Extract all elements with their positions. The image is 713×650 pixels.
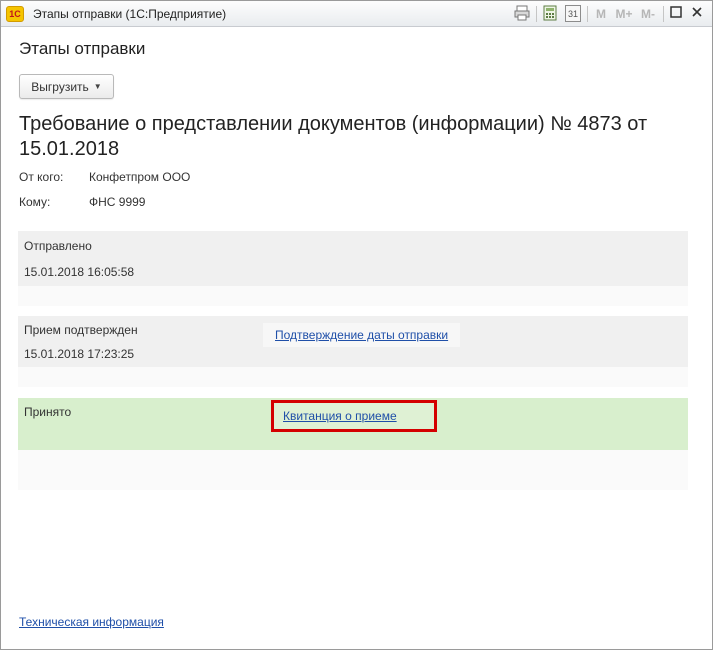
stage-accepted: Принято Квитанция о приеме <box>18 398 688 450</box>
stage-name: Принято <box>24 405 72 419</box>
calculator-icon[interactable] <box>542 5 558 23</box>
close-icon[interactable] <box>690 5 704 23</box>
stage-spacer <box>18 367 688 387</box>
acceptance-receipt-link[interactable]: Квитанция о приеме <box>283 409 397 423</box>
stage-date: 15.01.2018 17:23:25 <box>24 347 135 361</box>
title-bar: 1С Этапы отправки (1С:Предприятие) 31 M … <box>1 1 712 27</box>
toolbar-separator <box>663 6 664 22</box>
tech-info-link[interactable]: Техническая информация <box>19 615 164 629</box>
stage-spacer <box>18 450 688 490</box>
stage-name: Прием подтвержден <box>24 323 138 337</box>
chevron-down-icon: ▼ <box>93 82 102 91</box>
link-container: Подтверждение даты отправки <box>263 323 461 347</box>
highlight-frame: Квитанция о приеме <box>271 400 437 432</box>
from-label: От кого: <box>19 170 64 184</box>
maximize-icon[interactable] <box>669 5 683 23</box>
memory-button-m[interactable]: M <box>594 5 608 23</box>
memory-button-m-plus[interactable]: M+ <box>614 5 634 23</box>
stage-name: Отправлено <box>24 239 92 253</box>
print-icon[interactable] <box>513 5 531 23</box>
to-value: ФНС 9999 <box>89 195 146 209</box>
memory-button-m-minus[interactable]: M- <box>638 5 658 23</box>
toolbar-separator <box>536 6 537 22</box>
app-logo-icon[interactable]: 1С <box>6 6 24 22</box>
to-label: Кому: <box>19 195 51 209</box>
calendar-day: 31 <box>567 9 578 19</box>
tech-info-container: Техническая информация <box>19 615 164 629</box>
document-title: Требование о представлении документов (и… <box>19 113 648 160</box>
from-value: Конфетпром ООО <box>89 170 191 184</box>
export-button[interactable]: Выгрузить ▼ <box>19 74 114 99</box>
export-button-label: Выгрузить <box>31 79 89 94</box>
calendar-icon[interactable]: 31 <box>565 5 581 22</box>
stage-confirmed: Прием подтвержден 15.01.2018 17:23:25 По… <box>18 316 688 367</box>
window-title: Этапы отправки (1С:Предприятие) <box>33 7 227 21</box>
window: 1С Этапы отправки (1С:Предприятие) 31 M … <box>0 0 713 650</box>
toolbar-separator <box>587 6 588 22</box>
send-date-confirmation-link[interactable]: Подтверждение даты отправки <box>275 328 448 342</box>
form-title: Этапы отправки <box>19 39 146 58</box>
stage-spacer <box>18 286 688 306</box>
stage-date: 15.01.2018 16:05:58 <box>24 265 135 279</box>
stage-sent: Отправлено 15.01.2018 16:05:58 <box>18 231 688 286</box>
